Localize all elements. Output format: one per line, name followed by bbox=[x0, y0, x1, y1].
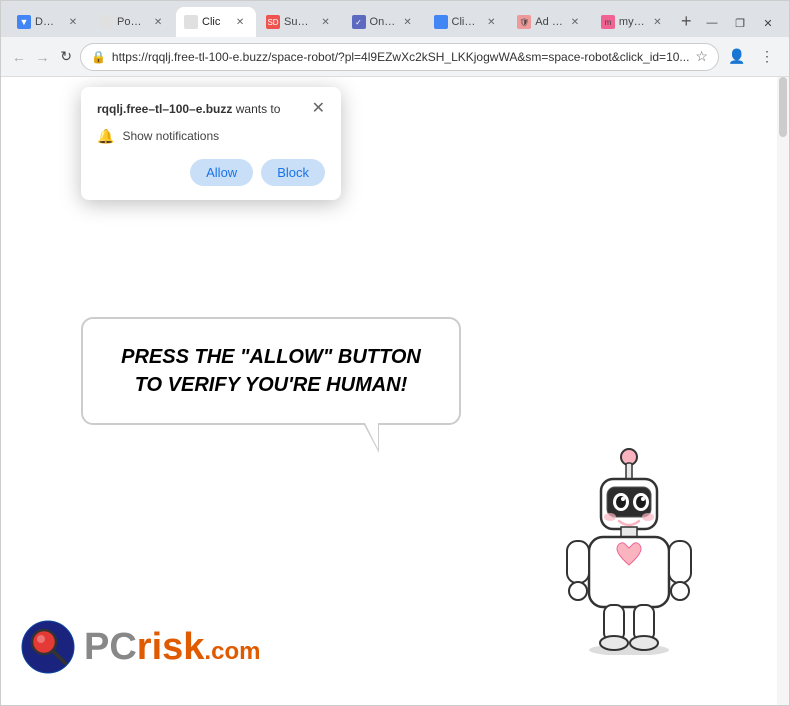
tab-4[interactable]: SD Sugar D... ✕ bbox=[258, 7, 342, 37]
tab-3-close[interactable]: ✕ bbox=[232, 14, 248, 30]
scrollbar-thumb[interactable] bbox=[779, 77, 787, 137]
tab-2-close[interactable]: ✕ bbox=[150, 14, 166, 30]
tab-5[interactable]: ✓ OneTa... ✕ bbox=[344, 7, 424, 37]
block-button[interactable]: Block bbox=[261, 159, 325, 186]
tab-1-close[interactable]: ✕ bbox=[65, 14, 81, 30]
tab-3[interactable]: Clic ✕ bbox=[176, 7, 256, 37]
refresh-button[interactable]: ↻ bbox=[56, 43, 76, 71]
bookmark-star-icon[interactable]: ☆ bbox=[695, 48, 708, 65]
pcrisk-logo: PCrisk.com bbox=[21, 620, 260, 675]
scrollbar[interactable] bbox=[777, 77, 789, 705]
tab-1-favicon: ▼ bbox=[17, 15, 31, 29]
notification-wants-to: wants to bbox=[236, 102, 281, 116]
robot-svg bbox=[549, 445, 709, 655]
page-content: rqqlj.free–tl–100–e.buzz wants to ✕ 🔔 Sh… bbox=[1, 77, 789, 705]
security-icon: 🔒 bbox=[91, 50, 106, 64]
pcrisk-logo-icon bbox=[21, 620, 76, 675]
tab-8[interactable]: m mysexy... ✕ bbox=[593, 7, 674, 37]
notification-domain: rqqlj.free–tl–100–e.buzz bbox=[97, 102, 232, 116]
tab-3-favicon bbox=[184, 15, 198, 29]
pcrisk-brand-text: PCrisk.com bbox=[84, 626, 260, 669]
notification-close-button[interactable]: ✕ bbox=[312, 101, 325, 117]
pcrisk-dotcom-text: .com bbox=[204, 638, 260, 665]
tab-7-label: Ad Bloc... bbox=[535, 16, 563, 28]
tab-1[interactable]: ▼ DOWN! ✕ bbox=[9, 7, 89, 37]
new-tab-button[interactable]: + bbox=[675, 7, 697, 35]
tab-2[interactable]: Power F... ✕ bbox=[91, 7, 174, 37]
restore-button[interactable]: ❐ bbox=[727, 13, 753, 33]
url-text: https://rqqlj.free-tl-100-e.buzz/space-r… bbox=[112, 50, 690, 64]
pcrisk-risk-text: risk bbox=[137, 626, 205, 668]
tab-5-label: OneTa... bbox=[370, 16, 396, 28]
tab-7-favicon: 🛡 bbox=[517, 15, 531, 29]
tab-3-label: Clic bbox=[202, 16, 228, 28]
tab-6-label: Click "A... bbox=[452, 16, 480, 28]
tab-4-label: Sugar D... bbox=[284, 16, 314, 28]
tab-8-favicon: m bbox=[601, 15, 615, 29]
menu-icon[interactable]: ⋮ bbox=[753, 43, 781, 71]
tab-5-close[interactable]: ✕ bbox=[400, 14, 416, 30]
notification-permission-text: Show notifications bbox=[122, 129, 219, 143]
speech-bubble-container: PRESS THE "ALLOW" BUTTON TO VERIFY YOU'R… bbox=[81, 317, 461, 425]
speech-bubble: PRESS THE "ALLOW" BUTTON TO VERIFY YOU'R… bbox=[81, 317, 461, 425]
notification-buttons: Allow Block bbox=[97, 159, 325, 186]
close-button[interactable]: ✕ bbox=[755, 13, 781, 33]
tab-7-close[interactable]: ✕ bbox=[567, 14, 583, 30]
allow-button[interactable]: Allow bbox=[190, 159, 253, 186]
browser-window: ▼ DOWN! ✕ Power F... ✕ Clic ✕ SD Sugar D… bbox=[0, 0, 790, 706]
minimize-button[interactable]: — bbox=[699, 13, 725, 33]
speech-bubble-text: PRESS THE "ALLOW" BUTTON TO VERIFY YOU'R… bbox=[113, 343, 429, 399]
notification-permission: 🔔 Show notifications bbox=[97, 128, 325, 145]
tab-2-favicon bbox=[99, 15, 113, 29]
tab-7[interactable]: 🛡 Ad Bloc... ✕ bbox=[509, 7, 591, 37]
tab-8-close[interactable]: ✕ bbox=[649, 14, 665, 30]
forward-button[interactable]: → bbox=[33, 43, 53, 71]
pcrisk-pc-text: PC bbox=[84, 626, 137, 668]
tab-1-label: DOWN! bbox=[35, 16, 61, 28]
tab-2-label: Power F... bbox=[117, 16, 146, 28]
tab-4-favicon: SD bbox=[266, 15, 280, 29]
robot-character bbox=[549, 445, 709, 645]
tab-6-close[interactable]: ✕ bbox=[483, 14, 499, 30]
profile-icon[interactable]: 👤 bbox=[723, 43, 751, 71]
tab-bar: ▼ DOWN! ✕ Power F... ✕ Clic ✕ SD Sugar D… bbox=[1, 1, 789, 37]
address-bar: ← → ↻ 🔒 https://rqqlj.free-tl-100-e.buzz… bbox=[1, 37, 789, 77]
back-button[interactable]: ← bbox=[9, 43, 29, 71]
tab-6[interactable]: Click "A... ✕ bbox=[426, 7, 508, 37]
bell-icon: 🔔 bbox=[97, 128, 114, 145]
tab-8-label: mysexy... bbox=[619, 16, 646, 28]
tab-5-favicon: ✓ bbox=[352, 15, 366, 29]
toolbar-icons: 👤 ⋮ bbox=[723, 43, 781, 71]
notification-title: rqqlj.free–tl–100–e.buzz wants to bbox=[97, 101, 280, 118]
window-controls: — ❐ ✕ bbox=[699, 13, 781, 33]
notification-header: rqqlj.free–tl–100–e.buzz wants to ✕ bbox=[97, 101, 325, 118]
tab-6-favicon bbox=[434, 15, 448, 29]
url-bar[interactable]: 🔒 https://rqqlj.free-tl-100-e.buzz/space… bbox=[80, 43, 719, 71]
tab-4-close[interactable]: ✕ bbox=[318, 14, 334, 30]
notification-popup: rqqlj.free–tl–100–e.buzz wants to ✕ 🔔 Sh… bbox=[81, 87, 341, 200]
